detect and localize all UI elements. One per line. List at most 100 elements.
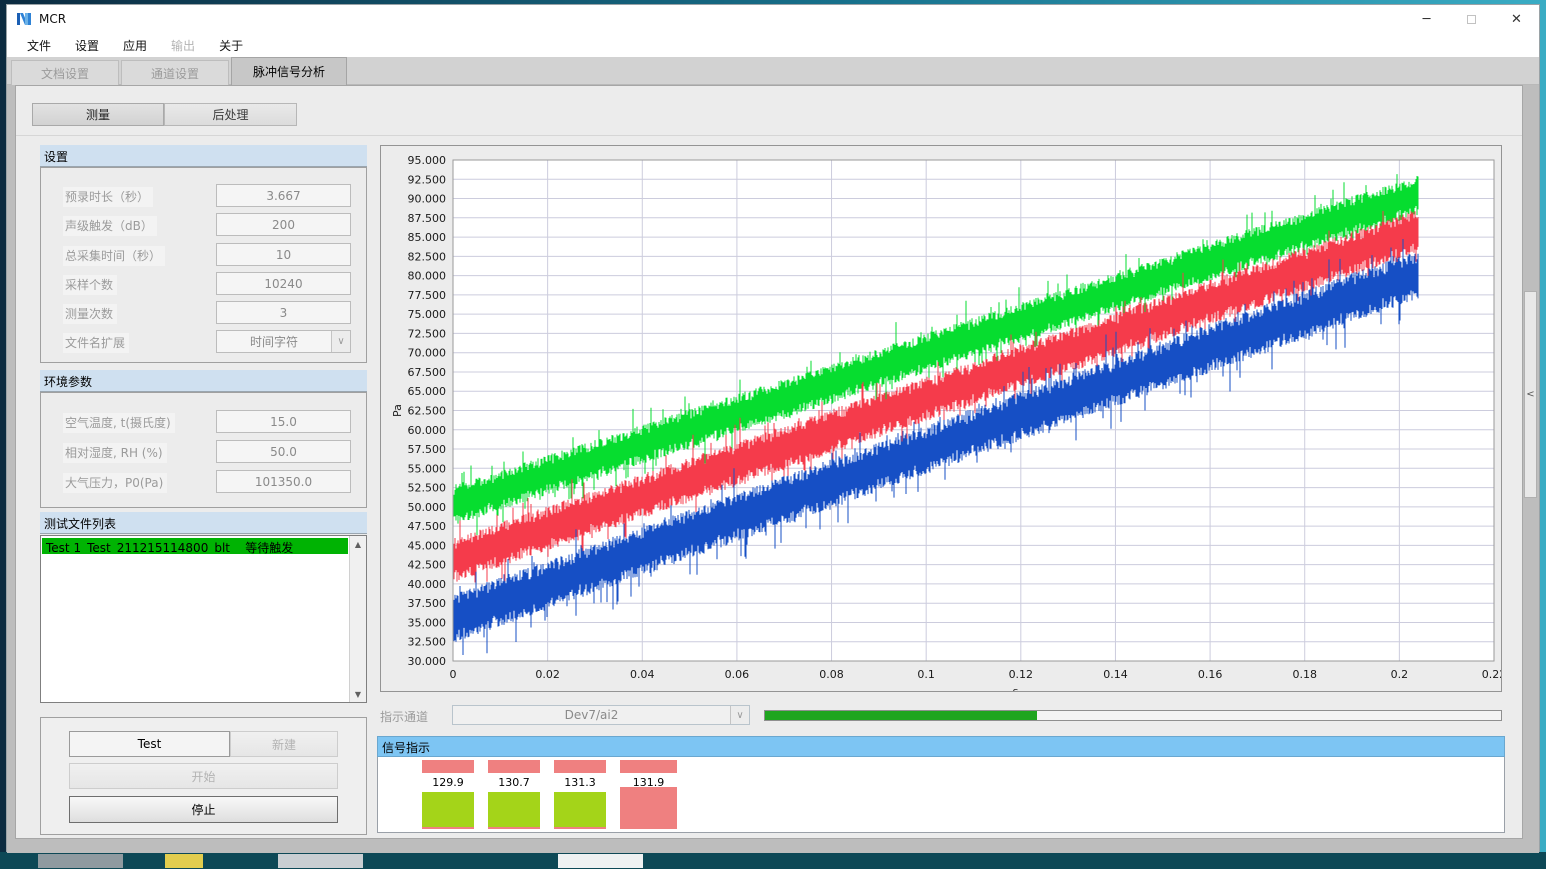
new-button[interactable]: 新建 <box>230 731 338 757</box>
setting-label-filename-ext: 文件名扩展 <box>63 333 129 353</box>
signal-value: 129.9 <box>422 776 474 789</box>
signal-block-1 <box>488 792 540 829</box>
y-axis-ticks: 30.00032.50035.00037.50040.00042.50045.0… <box>408 154 447 668</box>
setting-label-sound-trigger: 声级触发（dB） <box>63 216 157 236</box>
svg-text:80.000: 80.000 <box>408 270 447 283</box>
taskbar-item[interactable] <box>165 854 203 868</box>
menu-item-output[interactable]: 输出 <box>159 34 207 57</box>
signal-indicator: 131.9 <box>620 757 677 833</box>
svg-text:60.000: 60.000 <box>408 424 447 437</box>
svg-text:0.12: 0.12 <box>1009 668 1033 681</box>
maximize-icon <box>1467 15 1476 24</box>
env-label-humidity: 相对湿度, RH (%) <box>63 443 167 463</box>
scroll-up-icon[interactable]: ▲ <box>350 536 366 552</box>
svg-text:0: 0 <box>450 668 457 681</box>
env-input-temperature[interactable]: 15.0 <box>216 410 351 433</box>
setting-input-measure-count[interactable]: 3 <box>216 301 351 324</box>
test-file-list[interactable]: Test 1_Test_211215114800_blt 等待触发 ▲ ▼ <box>40 535 367 703</box>
minimize-button[interactable]: ─ <box>1404 5 1449 33</box>
test-name-button[interactable]: Test <box>69 731 230 757</box>
subtab-postprocess[interactable]: 后处理 <box>164 103 297 126</box>
setting-input-prerecord-duration[interactable]: 3.667 <box>216 184 351 207</box>
svg-text:30.000: 30.000 <box>408 655 447 668</box>
svg-text:75.000: 75.000 <box>408 308 447 321</box>
setting-input-sound-trigger[interactable]: 200 <box>216 213 351 236</box>
signal-value: 131.3 <box>554 776 606 789</box>
svg-text:40.000: 40.000 <box>408 578 447 591</box>
svg-text:0.06: 0.06 <box>725 668 750 681</box>
taskbar-item[interactable] <box>38 854 123 868</box>
svg-text:62.500: 62.500 <box>408 405 447 418</box>
svg-text:92.500: 92.500 <box>408 173 447 186</box>
window-frame: 测量 后处理 设置 预录时长（秒） 3.667 声级触发（dB） 200 总采集… <box>7 85 1539 853</box>
svg-text:0.2: 0.2 <box>1391 668 1409 681</box>
svg-text:72.500: 72.500 <box>408 327 447 340</box>
stop-button[interactable]: 停止 <box>69 796 338 823</box>
svg-text:67.500: 67.500 <box>408 366 447 379</box>
signal-block-3 <box>620 787 677 829</box>
y-axis-label: Pa <box>391 404 404 417</box>
signal-block-0 <box>422 792 474 829</box>
setting-input-total-time[interactable]: 10 <box>216 243 351 266</box>
taskbar <box>0 852 1546 869</box>
list-item[interactable]: Test 1_Test_211215114800_blt 等待触发 <box>42 538 348 554</box>
setting-label-total-time: 总采集时间（秒） <box>63 246 165 266</box>
maximize-button[interactable] <box>1449 5 1494 33</box>
env-input-humidity[interactable]: 50.0 <box>216 440 351 463</box>
close-button[interactable]: ✕ <box>1494 5 1539 33</box>
list-scrollbar[interactable]: ▲ ▼ <box>349 536 366 702</box>
file-name: Test 1_Test_211215114800_blt <box>46 541 230 554</box>
tab-document-settings[interactable]: 文档设置 <box>11 60 119 85</box>
svg-text:82.500: 82.500 <box>408 250 447 263</box>
env-label-temperature: 空气温度, t(摄氏度) <box>63 413 175 433</box>
waveform-chart: 30.00032.50035.00037.50040.00042.50045.0… <box>381 146 1501 691</box>
svg-text:35.000: 35.000 <box>408 616 447 629</box>
environment-group: 空气温度, t(摄氏度) 15.0 相对湿度, RH (%) 50.0 大气压力… <box>40 392 367 508</box>
x-axis-ticks: 00.020.040.060.080.10.120.140.160.180.20… <box>450 668 1502 681</box>
svg-text:37.500: 37.500 <box>408 597 447 610</box>
signal-led-icon <box>488 760 540 773</box>
svg-text:95.000: 95.000 <box>408 154 447 167</box>
svg-text:45.000: 45.000 <box>408 539 447 552</box>
signal-indicator: 129.9 <box>422 757 474 833</box>
chevron-down-icon[interactable]: ∨ <box>331 331 350 352</box>
settings-group: 预录时长（秒） 3.667 声级触发（dB） 200 总采集时间（秒） 10 采… <box>40 167 367 363</box>
filename-ext-dropdown[interactable]: 时间字符 ∨ <box>216 330 351 353</box>
env-input-pressure[interactable]: 101350.0 <box>216 470 351 493</box>
tab-pulse-signal-analysis[interactable]: 脉冲信号分析 <box>231 57 347 85</box>
svg-text:57.500: 57.500 <box>408 443 447 456</box>
setting-label-sample-count: 采样个数 <box>63 275 117 295</box>
scroll-down-icon[interactable]: ▼ <box>350 686 366 702</box>
title-bar: MCR ─ ✕ <box>7 5 1539 33</box>
signal-value: 130.7 <box>488 776 540 789</box>
setting-label-measure-count: 测量次数 <box>63 304 117 324</box>
app-window: MCR ─ ✕ 文件 设置 应用 输出 关于 文档设置 通道设置 脉冲信号分析 … <box>6 4 1540 852</box>
svg-text:0.04: 0.04 <box>630 668 655 681</box>
settings-header: 设置 <box>40 145 367 167</box>
waveform-chart-panel: 30.00032.50035.00037.50040.00042.50045.0… <box>380 145 1502 692</box>
subtab-measure[interactable]: 测量 <box>32 103 164 126</box>
taskbar-item[interactable] <box>558 854 643 868</box>
menu-item-file[interactable]: 文件 <box>15 34 63 57</box>
menu-item-apply[interactable]: 应用 <box>111 34 159 57</box>
indicator-channel-dropdown[interactable]: Dev7/ai2 ∨ <box>452 705 750 725</box>
svg-text:0.02: 0.02 <box>535 668 560 681</box>
svg-text:0.22: 0.22 <box>1482 668 1501 681</box>
signal-block-2 <box>554 792 606 829</box>
taskbar-item[interactable] <box>278 854 363 868</box>
chevron-down-icon[interactable]: ∨ <box>730 706 749 724</box>
environment-header: 环境参数 <box>40 370 367 392</box>
side-panel-collapse-handle[interactable]: < <box>1524 291 1537 498</box>
tab-strip: 文档设置 通道设置 脉冲信号分析 <box>7 57 1539 85</box>
setting-input-sample-count[interactable]: 10240 <box>216 272 351 295</box>
menu-item-settings[interactable]: 设置 <box>63 34 111 57</box>
acquisition-progress-bar <box>764 710 1502 721</box>
app-content: 测量 后处理 设置 预录时长（秒） 3.667 声级触发（dB） 200 总采集… <box>15 85 1523 839</box>
menu-bar: 文件 设置 应用 输出 关于 <box>7 33 1539 57</box>
tab-channel-settings[interactable]: 通道设置 <box>121 60 229 85</box>
menu-item-about[interactable]: 关于 <box>207 34 255 57</box>
svg-text:85.000: 85.000 <box>408 231 447 244</box>
indicator-channel-label: 指示通道 <box>380 708 428 725</box>
start-button[interactable]: 开始 <box>69 763 338 789</box>
desktop: { "window": { "title": "MCR", "controls"… <box>0 0 1546 869</box>
